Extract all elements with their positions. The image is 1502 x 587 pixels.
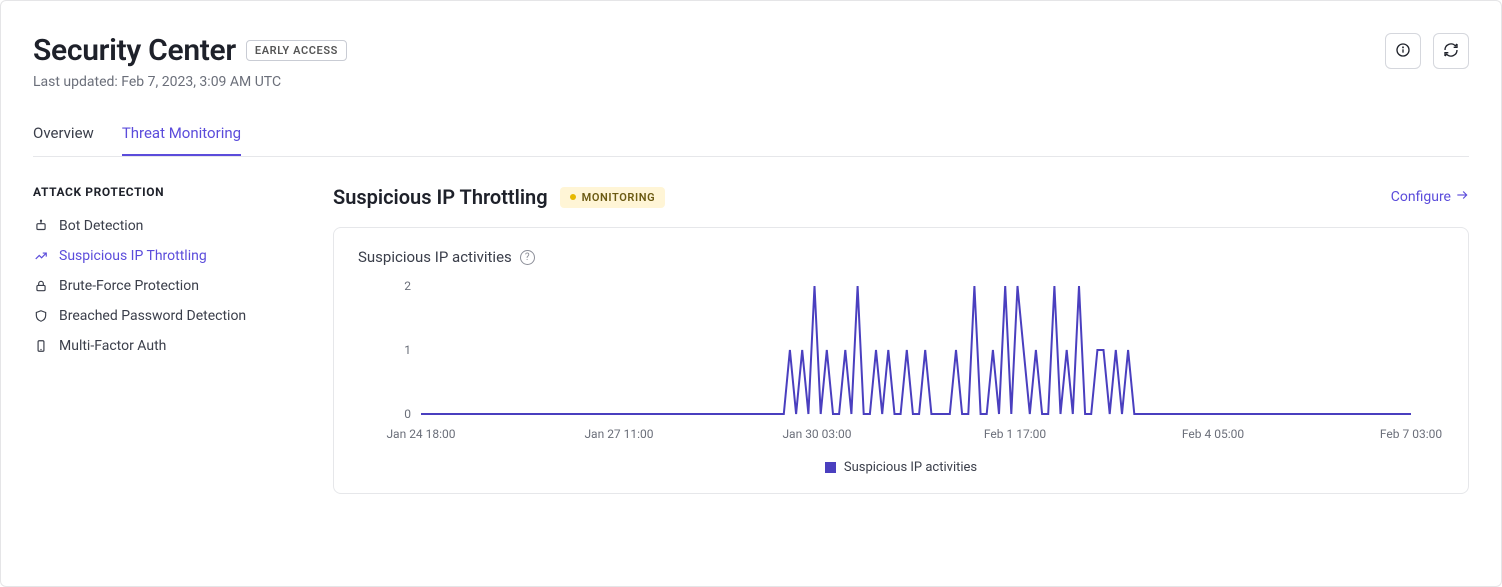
info-button[interactable] (1385, 33, 1421, 69)
configure-link[interactable]: Configure (1391, 188, 1469, 206)
sidebar-item-label: Multi-Factor Auth (59, 338, 166, 354)
svg-text:0: 0 (404, 407, 411, 421)
svg-text:Feb 1 17:00: Feb 1 17:00 (984, 427, 1046, 441)
sidebar-item-label: Breached Password Detection (59, 308, 246, 324)
svg-text:Feb 4 05:00: Feb 4 05:00 (1182, 427, 1244, 441)
sidebar-item-label: Brute-Force Protection (59, 278, 199, 294)
section-title: Suspicious IP Throttling (333, 185, 548, 209)
last-updated: Last updated: Feb 7, 2023, 3:09 AM UTC (33, 74, 347, 90)
chart: 0 1 2 Jan 24 18:00 Jan 27 11:00 Jan 30 03:00 F… (358, 280, 1444, 450)
chart-title: Suspicious IP activities (358, 248, 512, 266)
lock-icon (33, 278, 49, 294)
sidebar-item-brute-force[interactable]: Brute-Force Protection (33, 271, 293, 301)
legend-swatch-icon (825, 462, 836, 473)
tab-overview[interactable]: Overview (33, 124, 94, 156)
trend-icon (33, 248, 49, 264)
monitoring-badge-label: MONITORING (582, 191, 656, 204)
status-dot-icon (570, 194, 576, 200)
early-access-badge: EARLY ACCESS (246, 40, 347, 61)
sidebar-item-bot-detection[interactable]: Bot Detection (33, 211, 293, 241)
svg-text:Feb 7 03:00: Feb 7 03:00 (1380, 427, 1442, 441)
svg-text:Jan 27 11:00: Jan 27 11:00 (584, 427, 653, 441)
sidebar-item-label: Bot Detection (59, 218, 143, 234)
info-icon (1395, 42, 1411, 61)
svg-text:Jan 24 18:00: Jan 24 18:00 (386, 427, 455, 441)
sidebar-item-mfa[interactable]: Multi-Factor Auth (33, 331, 293, 361)
help-icon[interactable]: ? (520, 250, 535, 265)
chart-card: Suspicious IP activities ? 0 1 2 Jan 24 18:… (333, 227, 1469, 494)
svg-text:Jan 30 03:00: Jan 30 03:00 (782, 427, 851, 441)
svg-text:2: 2 (404, 280, 411, 293)
refresh-button[interactable] (1433, 33, 1469, 69)
legend-label: Suspicious IP activities (844, 460, 977, 475)
bot-icon (33, 218, 49, 234)
page-title: Security Center (33, 33, 236, 68)
sidebar-item-suspicious-ip[interactable]: Suspicious IP Throttling (33, 241, 293, 271)
tab-threat-monitoring[interactable]: Threat Monitoring (122, 124, 241, 156)
tabs: Overview Threat Monitoring (33, 124, 1469, 157)
arrow-right-icon (1455, 188, 1469, 206)
monitoring-badge: MONITORING (560, 187, 666, 208)
sidebar-item-label: Suspicious IP Throttling (59, 248, 207, 264)
sidebar-heading: ATTACK PROTECTION (33, 185, 293, 199)
shield-icon (33, 308, 49, 324)
configure-label: Configure (1391, 189, 1451, 205)
svg-text:1: 1 (404, 343, 411, 357)
chart-legend: Suspicious IP activities (358, 460, 1444, 475)
device-icon (33, 338, 49, 354)
refresh-icon (1443, 42, 1459, 61)
sidebar-item-breached-password[interactable]: Breached Password Detection (33, 301, 293, 331)
